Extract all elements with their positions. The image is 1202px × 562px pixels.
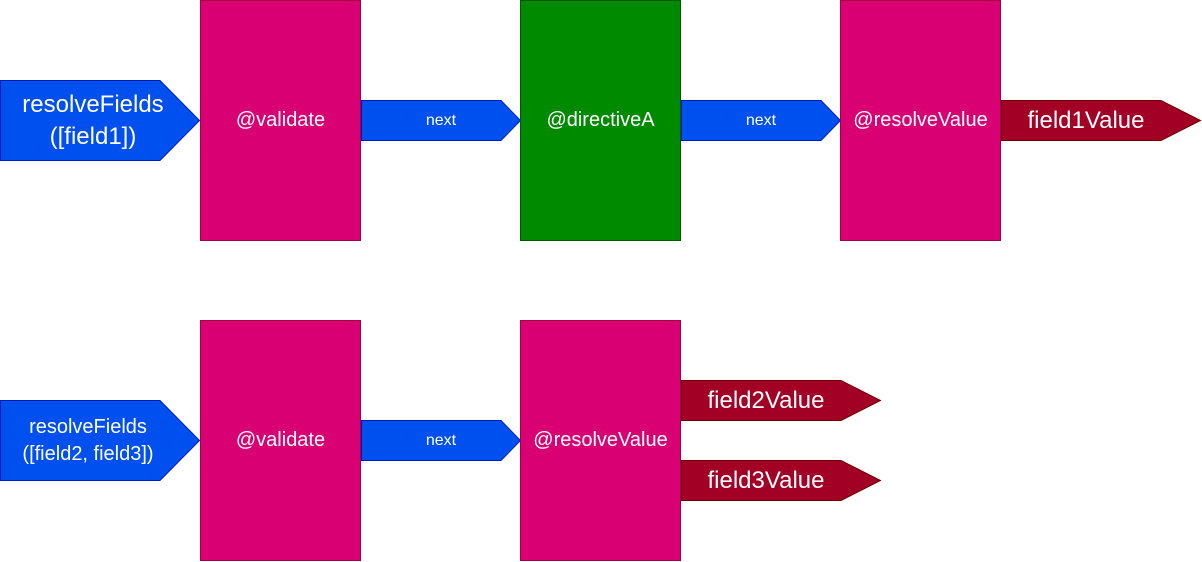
row1-directive-a: @directiveA [520, 0, 681, 241]
row1-resolve-value-label: @resolveValue [853, 109, 988, 131]
row1-input-arrow: resolveFields ([field1]) [0, 80, 201, 161]
row1-directive-a-label: @directiveA [546, 109, 655, 131]
row2-output-label-1: field2Value [707, 386, 825, 414]
row1-next-arrow-1: next [361, 100, 522, 141]
row2-output-arrow-2: field3Value [681, 460, 882, 501]
row1-resolve-value-directive: @resolveValue [840, 0, 1001, 241]
row1-output-arrow: field1Value [1001, 100, 1202, 141]
row1-next-label-1: next [425, 111, 457, 129]
row2-validate-directive: @validate [200, 320, 361, 561]
row2-resolve-value-label: @resolveValue [533, 429, 668, 451]
row1-output-label: field1Value [1027, 106, 1145, 134]
row2-output-arrow-1: field2Value [681, 380, 882, 421]
row2-input-label: resolveFields ([field2, field3]) [22, 415, 154, 465]
row1-validate-directive: @validate [200, 0, 361, 241]
row2-input-arrow: resolveFields ([field2, field3]) [0, 400, 201, 481]
row1-input-label: resolveFields ([field1]) [22, 90, 164, 150]
row2-next-label: next [425, 431, 457, 449]
row1-validate-label: @validate [235, 109, 326, 131]
row2-validate-label: @validate [235, 429, 326, 451]
row2-resolve-value-directive: @resolveValue [520, 320, 681, 561]
row2-output-label-2: field3Value [707, 466, 825, 494]
row2-next-arrow: next [361, 420, 522, 461]
row1-next-arrow-2: next [681, 100, 842, 141]
row1-next-label-2: next [745, 111, 777, 129]
